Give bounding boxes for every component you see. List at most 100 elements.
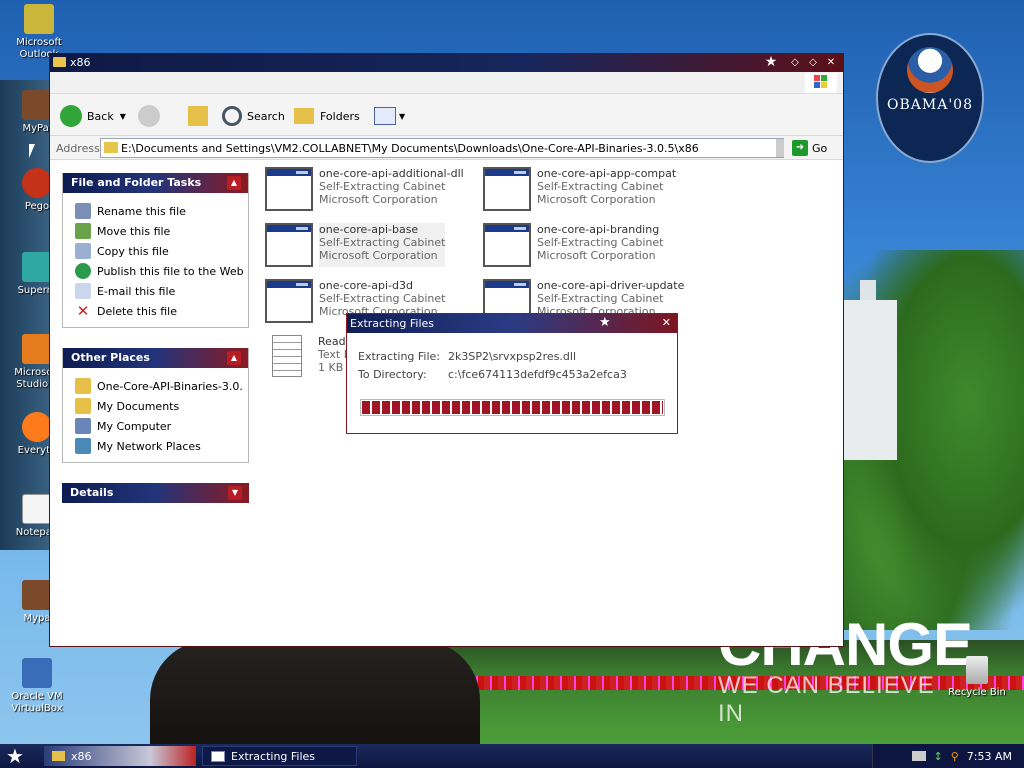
toolbar: Back ▼ Search Folders ▼	[50, 94, 843, 136]
text-file-icon	[272, 335, 302, 377]
folders-button[interactable]: Folders	[294, 103, 360, 129]
panel-header[interactable]: Other Places ▲	[63, 348, 248, 368]
my-documents-icon	[75, 398, 91, 414]
obama-logo: OBAMA'08	[876, 33, 984, 163]
close-button[interactable]: ✕	[662, 316, 671, 329]
computer-icon	[75, 418, 91, 434]
forward-button[interactable]	[138, 103, 160, 129]
logo-emblem-icon	[907, 47, 953, 93]
cabinet-file-icon	[483, 167, 531, 211]
delete-icon: ✕	[76, 302, 90, 320]
details-panel: Details ▼	[62, 483, 249, 503]
place-my-network[interactable]: My Network Places	[75, 436, 248, 456]
back-button[interactable]: Back ▼	[60, 103, 126, 129]
pego-icon	[22, 168, 52, 198]
globe-icon	[75, 263, 91, 279]
search-button[interactable]: Search	[222, 103, 285, 129]
up-folder-button[interactable]	[188, 103, 208, 129]
star-icon: ★	[599, 315, 611, 330]
extracting-files-dialog: Extracting Files ★ ✕ Extracting File: 2k…	[346, 313, 678, 434]
panel-header[interactable]: File and Folder Tasks ▲	[63, 173, 248, 193]
cabinet-file-icon	[265, 167, 313, 211]
to-directory-label: To Directory:	[358, 368, 427, 381]
publish-web-link[interactable]: Publish this file to the Web	[75, 261, 248, 281]
desktop-icon-recycle-bin[interactable]: Recycle Bin	[945, 656, 1009, 698]
place-my-documents[interactable]: My Documents	[75, 396, 248, 416]
system-tray: ↕ ⚲ 7:53 AM	[872, 744, 1024, 768]
recycle-bin-icon	[966, 656, 988, 684]
mypal-icon	[22, 580, 52, 610]
collapse-icon[interactable]: ▲	[227, 351, 241, 365]
extraction-progress-bar	[360, 399, 665, 416]
file-item[interactable]: one-core-api-base Self-Extracting Cabinet…	[265, 223, 446, 267]
back-arrow-icon	[60, 105, 82, 127]
wallpaper-figure	[0, 80, 50, 550]
taskbar: ★ x86 Extracting Files ↕ ⚲ 7:53 AM	[0, 744, 1024, 768]
maximize-button[interactable]: ◇	[806, 56, 820, 69]
cabinet-file-icon	[265, 223, 313, 267]
file-item[interactable]: Readm Text D1 KB	[272, 335, 356, 377]
folder-icon	[52, 751, 65, 761]
wallpaper-person	[150, 640, 480, 750]
views-icon	[374, 107, 396, 125]
forward-arrow-icon	[138, 105, 160, 127]
virtualbox-icon	[22, 658, 52, 688]
outlook-icon	[24, 4, 54, 34]
close-button[interactable]: ✕	[824, 56, 838, 69]
superm-icon	[22, 252, 52, 282]
mypal-icon	[22, 90, 52, 120]
wallpaper-building	[842, 280, 897, 460]
file-item[interactable]: one-core-api-branding Self-Extracting Cab…	[483, 223, 663, 267]
address-bar: Address E:\Documents and Settings\VM2.CO…	[50, 136, 843, 160]
network-tray-icon[interactable]: ↕	[934, 750, 943, 763]
start-button[interactable]: ★	[6, 745, 24, 767]
studio-icon	[22, 334, 52, 364]
email-icon	[75, 283, 91, 299]
folders-icon	[294, 108, 314, 124]
file-item[interactable]: one-core-api-app-compat Self-Extracting C…	[483, 167, 676, 211]
windows-logo-icon	[805, 73, 837, 93]
delete-file-link[interactable]: ✕ Delete this file	[75, 301, 248, 321]
rename-file-link[interactable]: Rename this file	[75, 201, 248, 221]
place-my-computer[interactable]: My Computer	[75, 416, 248, 436]
file-item[interactable]: one-core-api-additional-dll Self-Extracti…	[265, 167, 464, 211]
minimize-button[interactable]: ◇	[788, 56, 802, 69]
explorer-titlebar[interactable]: x86 ★ ◇ ◇ ✕	[50, 53, 843, 72]
file-folder-tasks-panel: File and Folder Tasks ▲ Rename this file…	[62, 173, 249, 328]
window-icon	[211, 750, 225, 762]
extracting-file-label: Extracting File:	[358, 350, 441, 363]
taskbar-item-explorer[interactable]: x86	[44, 746, 196, 766]
address-dropdown-button[interactable]	[776, 139, 784, 157]
search-icon	[222, 106, 242, 126]
copy-icon	[75, 243, 91, 259]
views-button[interactable]: ▼	[374, 103, 405, 129]
extracting-file-value: 2k3SP2\srvxpsp2res.dll	[448, 350, 577, 363]
copy-file-link[interactable]: Copy this file	[75, 241, 248, 261]
go-button[interactable]: ➜ Go	[792, 140, 827, 156]
search-tray-icon[interactable]: ⚲	[951, 750, 959, 763]
place-parent-folder[interactable]: One-Core-API-Binaries-3.0.	[75, 376, 248, 396]
folder-icon	[75, 378, 91, 394]
folder-icon	[53, 57, 66, 67]
clock[interactable]: 7:53 AM	[967, 750, 1012, 763]
network-icon	[75, 438, 91, 454]
keyboard-icon[interactable]	[911, 751, 926, 761]
notepad-icon	[22, 494, 52, 524]
dialog-titlebar[interactable]: Extracting Files ★ ✕	[347, 314, 677, 333]
folder-icon	[104, 142, 118, 153]
progress-fill	[362, 401, 663, 414]
expand-icon[interactable]: ▼	[228, 486, 242, 500]
email-file-link[interactable]: E-mail this file	[75, 281, 248, 301]
mouse-cursor-icon	[29, 144, 41, 158]
cabinet-file-icon	[483, 223, 531, 267]
collapse-icon[interactable]: ▲	[227, 176, 241, 190]
move-icon	[75, 223, 91, 239]
rename-icon	[75, 203, 91, 219]
desktop-icon-virtualbox[interactable]: Oracle VM VirtualBox	[0, 658, 74, 715]
taskbar-item-extracting[interactable]: Extracting Files	[202, 746, 357, 766]
panel-header[interactable]: Details ▼	[62, 483, 249, 503]
address-input[interactable]: E:\Documents and Settings\VM2.COLLABNET\…	[100, 138, 784, 158]
chevron-down-icon: ▼	[119, 111, 126, 121]
menu-bar	[50, 72, 843, 94]
move-file-link[interactable]: Move this file	[75, 221, 248, 241]
